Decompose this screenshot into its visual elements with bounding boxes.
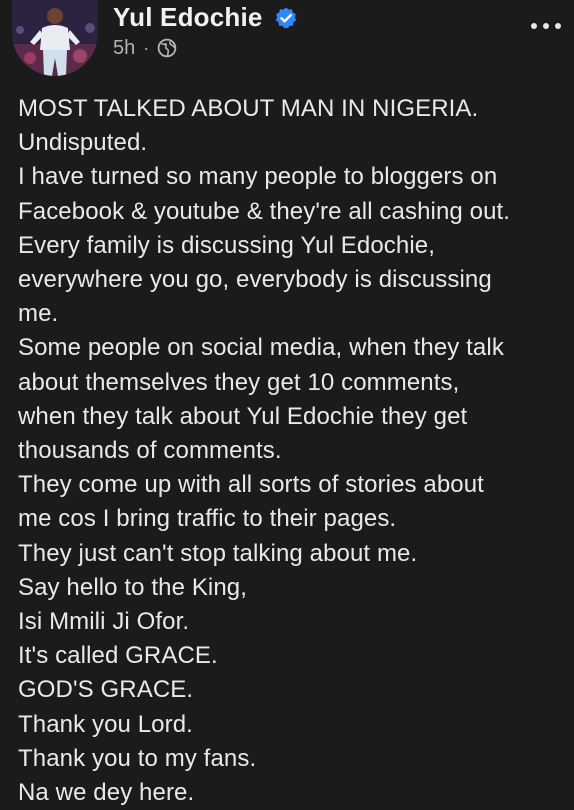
post-line: It's called GRACE. (18, 642, 218, 670)
post-line: GOD'S GRACE. (18, 676, 194, 704)
post-line: me cos I bring traffic to their pages. (18, 505, 397, 533)
post-line: Thank you to my fans. (18, 744, 257, 772)
post-line: everywhere you go, everybody is discussi… (18, 266, 492, 294)
post-line: when they talk about Yul Edochie they ge… (18, 402, 468, 430)
post-line: Na we dey here. (18, 779, 195, 807)
post-text: MOST TALKED ABOUT MAN IN NIGERIA. Undisp… (18, 92, 570, 810)
post-timestamp[interactable]: 5h (113, 37, 135, 60)
globe-icon[interactable] (157, 38, 177, 58)
more-options-icon[interactable] (526, 14, 566, 38)
post-line: Some people on social media, when they t… (18, 334, 504, 362)
verified-badge-icon (275, 7, 297, 29)
post-line: I have turned so many people to bloggers… (18, 163, 498, 191)
post-line: Facebook & youtube & they're all cashing… (18, 197, 511, 225)
avatar-photo (12, 0, 98, 76)
post-meta: 5h · (113, 36, 177, 60)
post-line: They just can't stop talking about me. (18, 539, 418, 567)
post-line: Thank you Lord. (18, 710, 193, 738)
post-line: Say hello to the King, (18, 573, 248, 601)
meta-separator: · (143, 37, 150, 58)
post-line: Undisputed. (18, 129, 148, 157)
post-line: me. (18, 300, 59, 328)
author-name[interactable]: Yul Edochie (113, 2, 263, 33)
post-line: MOST TALKED ABOUT MAN IN NIGERIA. (18, 95, 479, 122)
post-line: about themselves they get 10 comments, (18, 368, 460, 396)
post-line: Isi Mmili Ji Ofor. (18, 608, 190, 636)
post-line: thousands of comments. (18, 437, 282, 465)
post-header: Yul Edochie 5h · (0, 0, 574, 80)
author-avatar[interactable] (12, 0, 98, 76)
post-line: They come up with all sorts of stories a… (18, 471, 484, 499)
post-line: Every family is discussing Yul Edochie, (18, 231, 435, 259)
